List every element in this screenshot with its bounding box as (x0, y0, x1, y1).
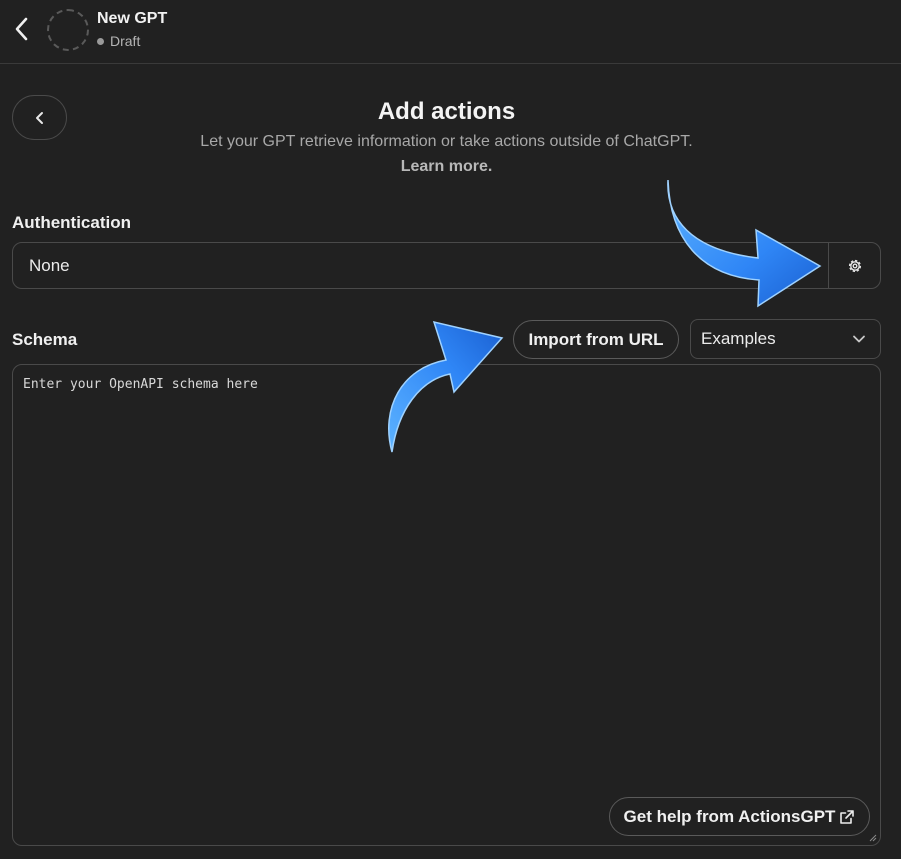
authentication-value: None (29, 255, 70, 275)
page-subtitle: Let your GPT retrieve information or tak… (200, 133, 693, 150)
status-label: Draft (110, 33, 141, 49)
schema-editor[interactable]: Enter your OpenAPI schema here (12, 364, 881, 846)
schema-label: Schema (12, 330, 78, 349)
actionsgpt-help-label: Get help from ActionsGPT (623, 806, 836, 826)
page-title: Add actions (377, 98, 516, 125)
examples-dropdown-label: Examples (701, 329, 776, 348)
learn-more-row: Learn more. (0, 158, 893, 176)
status-dot-icon (97, 37, 104, 45)
gpt-avatar-placeholder[interactable] (47, 9, 89, 51)
resize-grip-icon[interactable] (869, 834, 877, 842)
top-bar: New GPT Draft (0, 0, 901, 64)
import-from-url-button[interactable]: Import from URL (513, 320, 679, 359)
authentication-label: Authentication (12, 213, 131, 232)
gear-icon (848, 259, 861, 272)
schema-placeholder: Enter your OpenAPI schema here (23, 377, 258, 392)
status-indicator: Draft (97, 33, 140, 49)
authentication-settings-button[interactable] (828, 243, 880, 288)
actionsgpt-help-button[interactable]: Get help from ActionsGPT (609, 797, 870, 836)
authentication-field[interactable]: None (12, 242, 881, 289)
external-link-icon (840, 809, 855, 824)
examples-dropdown[interactable]: Examples (690, 319, 881, 359)
back-chevron-icon[interactable] (10, 14, 34, 44)
learn-more-link[interactable]: Learn more. (401, 158, 493, 175)
chevron-down-icon (853, 335, 865, 343)
gpt-name: New GPT (97, 10, 168, 27)
